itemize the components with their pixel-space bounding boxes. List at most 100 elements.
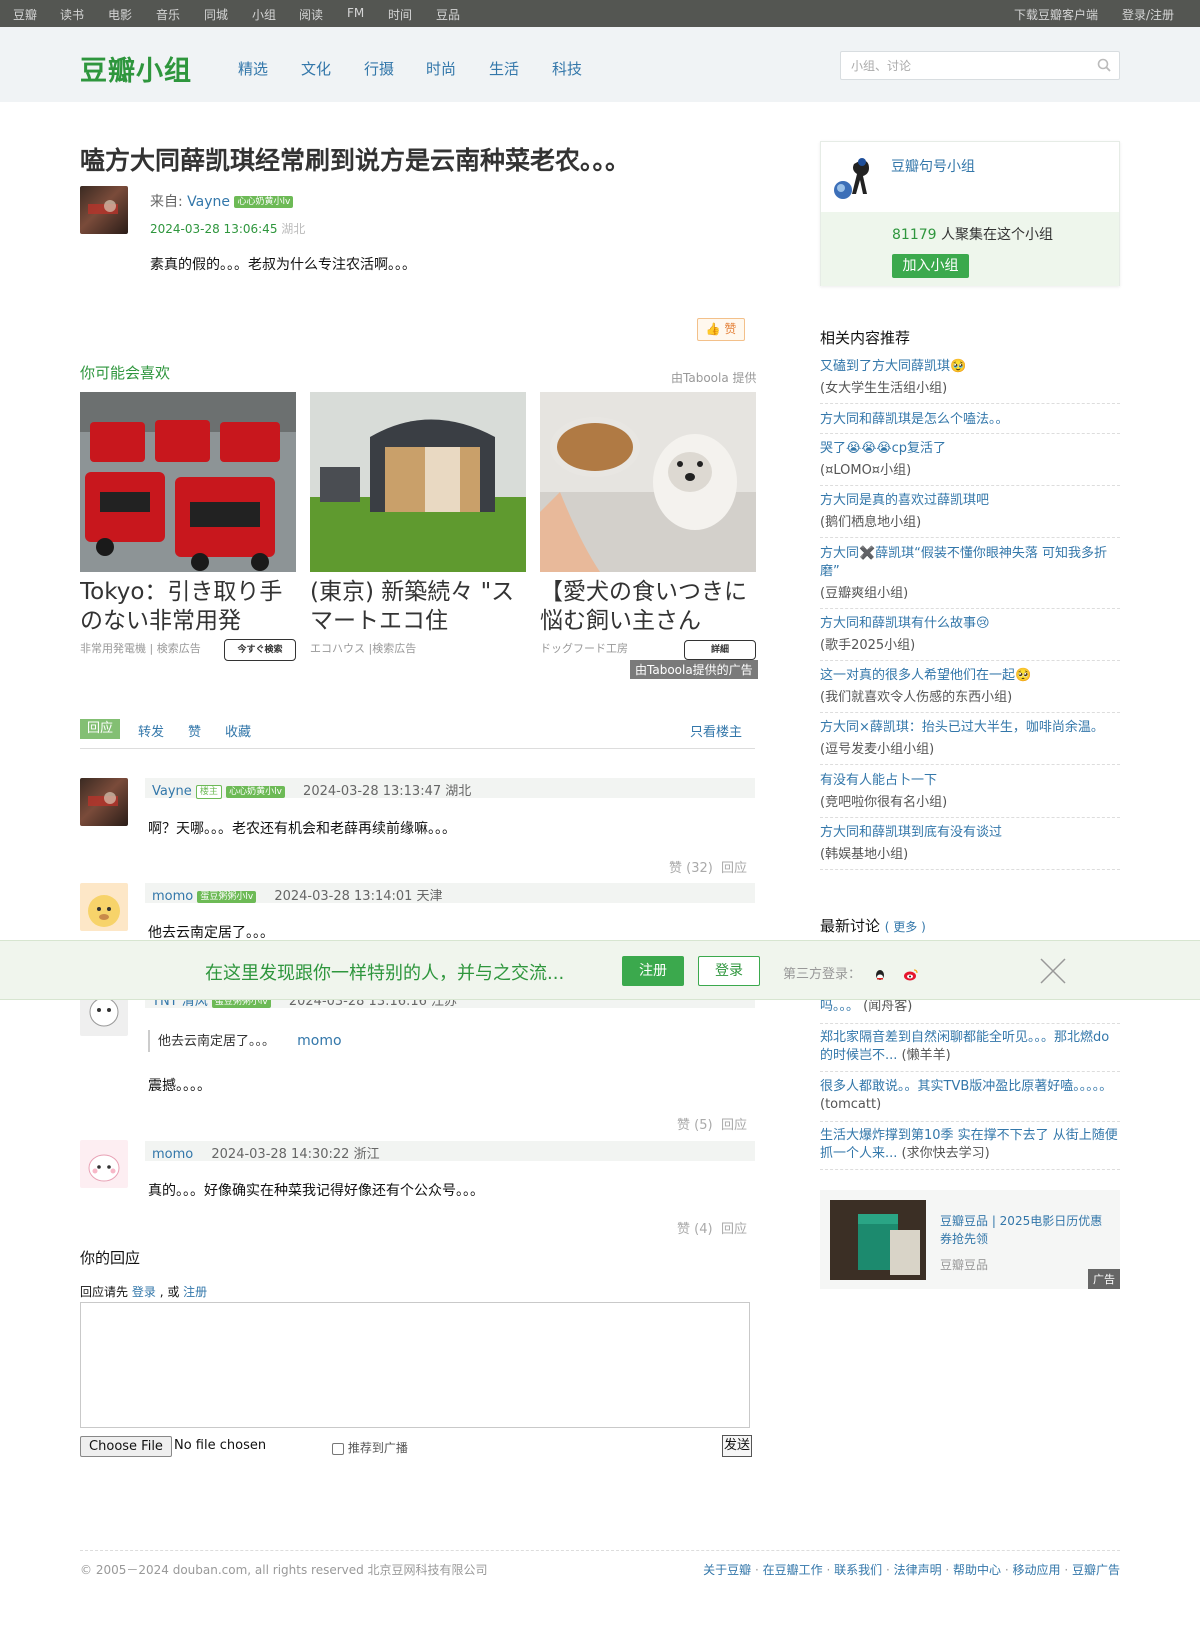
related-item[interactable]: 方大同和薛凯琪是怎么个嗑法。。 [820, 411, 1120, 434]
search-input[interactable] [841, 52, 1081, 79]
related-item[interactable]: 方大同和薛凯琪有什么故事😢 (歌手2025小组) [820, 615, 1120, 661]
reply-reply-link[interactable]: 回应 [721, 1218, 747, 1237]
topnav-movie[interactable]: 电影 [108, 6, 132, 23]
topnav-city[interactable]: 同城 [204, 6, 228, 23]
ad-detail-button[interactable]: 詳細 [684, 640, 756, 660]
ad-title[interactable]: 【愛犬の食いつきに悩む飼い主さん [540, 578, 756, 636]
topnav-fm[interactable]: FM [347, 6, 364, 20]
bar-login-button[interactable]: 登录 [698, 956, 760, 986]
related-item[interactable]: 哭了😭😭😭cp复活了 (¤LOMO¤小组) [820, 440, 1120, 486]
tab-repost[interactable]: 转发 [138, 721, 164, 740]
recommend-checkbox[interactable] [332, 1442, 344, 1455]
discussion-title[interactable]: 很多人都敢说。。其实TVB版冲盈比原著好嗑。。。。。 [820, 1079, 1112, 1094]
latest-more-link[interactable]: ( 更多 ) [885, 920, 926, 934]
discussion-title[interactable]: 郑北家隔音差到自然闲聊都能全听见。。。那北燃do的时候岂不... [820, 1030, 1109, 1063]
discussion-item[interactable]: 很多人都敢说。。其实TVB版冲盈比原著好嗑。。。。。 (tomcatt) [820, 1078, 1120, 1122]
ad-image-generators[interactable] [80, 392, 296, 572]
ad-card-ecohouse[interactable]: (東京) 新築続々 "スマートエコ住 エコハウス |検索広告 [310, 392, 526, 656]
footer-link-ads[interactable]: 豆瓣广告 [1072, 1563, 1120, 1577]
related-item-title[interactable]: 哭了😭😭😭cp复活了 [820, 440, 1120, 458]
login-register-link[interactable]: 登录/注册 [1122, 6, 1174, 23]
related-item-title[interactable]: 方大同×薛凯琪：抬头已过大半生，咖啡尚余温。 [820, 719, 1120, 737]
related-item-title[interactable]: 方大同和薛凯琪是怎么个嗑法。。 [820, 411, 1120, 429]
ad-image-dog[interactable] [540, 392, 756, 572]
topnav-read[interactable]: 阅读 [299, 6, 323, 23]
topnav-book[interactable]: 读书 [60, 6, 84, 23]
topnav-group[interactable]: 小组 [252, 6, 276, 23]
related-item-title[interactable]: 方大同✖️薛凯琪“假装不懂你眼神失落 可知我多折磨” [820, 545, 1120, 581]
discussion-item[interactable]: 生活大爆炸撑到第10季 实在撑不下去了 从街上随便抓一个人来... (求你快去学… [820, 1127, 1120, 1170]
related-item[interactable]: 方大同是真的喜欢过薛凯琪吧 (鹅们栖息地小组) [820, 492, 1120, 538]
reply-avatar[interactable] [80, 1140, 128, 1188]
topnav-market[interactable]: 豆品 [436, 6, 460, 23]
promo-image[interactable] [830, 1200, 926, 1280]
footer-link-about[interactable]: 关于豆瓣 [703, 1563, 751, 1577]
group-name-link[interactable]: 豆瓣句号小组 [891, 156, 975, 176]
related-item-title[interactable]: 方大同是真的喜欢过薛凯琪吧 [820, 492, 1120, 510]
ad-card-generator[interactable]: Tokyo：引き取り手のない非常用発 非常用発電機 | 検索広告 今すぐ検索 [80, 392, 296, 661]
tab-reply[interactable]: 回应 [80, 719, 121, 739]
related-item-title[interactable]: 方大同和薛凯琪有什么故事😢 [820, 615, 1120, 633]
bar-register-button[interactable]: 注册 [622, 956, 684, 986]
taboola-ad-tag[interactable]: 由Taboola提供的广告 [630, 660, 758, 679]
promo-title-link[interactable]: 豆瓣豆品 | 2025电影日历优惠券抢先领 [940, 1212, 1110, 1248]
footer-link-legal[interactable]: 法律声明 [894, 1563, 942, 1577]
ad-card-dogfood[interactable]: 【愛犬の食いつきに悩む飼い主さん ドッグフード工房 詳細 由Taboola提供的… [540, 392, 758, 679]
weibo-login-icon[interactable] [903, 968, 919, 982]
reply-like-link[interactable]: 赞 (5) [677, 1114, 713, 1133]
discussion-item[interactable]: 吗。。。 (闻舟客) [820, 998, 1120, 1024]
reply-author-link[interactable]: momo [152, 1147, 193, 1162]
ad-search-now-button[interactable]: 今すぐ検索 [224, 639, 296, 661]
group-avatar[interactable] [831, 152, 881, 202]
send-button[interactable]: 发送 [722, 1435, 752, 1457]
nav-tech[interactable]: 科技 [552, 58, 582, 79]
nav-travel[interactable]: 行摄 [364, 58, 394, 79]
only-op-link[interactable]: 只看楼主 [690, 721, 742, 740]
ad-title[interactable]: (東京) 新築続々 "スマートエコ住 [310, 578, 526, 636]
footer-link-jobs[interactable]: 在豆瓣工作 [763, 1563, 823, 1577]
close-icon[interactable] [1040, 958, 1066, 984]
related-item-title[interactable]: 又磕到了方大同薛凯琪🥹 [820, 358, 1120, 376]
reply-reply-link[interactable]: 回应 [721, 857, 747, 876]
like-button[interactable]: 👍 赞 [697, 318, 745, 341]
quote-author-link[interactable]: momo [297, 1033, 341, 1049]
download-client-link[interactable]: 下载豆瓣客户端 [1014, 6, 1098, 23]
reply-reply-link[interactable]: 回应 [721, 1114, 747, 1133]
related-item-title[interactable]: 方大同和薛凯琪到底有没有谈过 [820, 824, 1120, 842]
ad-image-ecohouse[interactable] [310, 392, 526, 572]
footer-link-help[interactable]: 帮助中心 [953, 1563, 1001, 1577]
discussion-title[interactable]: 吗。。。 [820, 999, 859, 1014]
reply-register-link[interactable]: 注册 [183, 1285, 207, 1299]
promo-card[interactable]: 豆瓣豆品 | 2025电影日历优惠券抢先领 豆瓣豆品 广告 [820, 1190, 1120, 1289]
topnav-time[interactable]: 时间 [388, 6, 412, 23]
related-item[interactable]: 有没有人能占卜一下 (竞吧啦你很有名小组) [820, 772, 1120, 818]
author-name-link[interactable]: Vayne [187, 194, 230, 210]
nav-culture[interactable]: 文化 [301, 58, 331, 79]
reply-like-link[interactable]: 赞 (32) [669, 857, 713, 876]
taboola-provider[interactable]: 由Taboola 提供 [671, 369, 757, 386]
ad-title[interactable]: Tokyo：引き取り手のない非常用発 [80, 578, 296, 636]
reply-like-link[interactable]: 赞 (4) [677, 1218, 713, 1237]
join-group-button[interactable]: 加入小组 [892, 254, 969, 278]
nav-featured[interactable]: 精选 [238, 58, 268, 79]
reply-author-link[interactable]: Vayne [152, 784, 192, 799]
search-icon[interactable] [1097, 58, 1111, 72]
author-avatar[interactable] [80, 186, 128, 234]
nav-life[interactable]: 生活 [489, 58, 519, 79]
nav-fashion[interactable]: 时尚 [426, 58, 456, 79]
footer-link-contact[interactable]: 联系我们 [834, 1563, 882, 1577]
reply-avatar[interactable] [80, 778, 128, 826]
footer-link-mobile[interactable]: 移动应用 [1013, 1563, 1061, 1577]
related-item[interactable]: 方大同和薛凯琪到底有没有谈过 (韩娱基地小组) [820, 824, 1120, 870]
tab-like[interactable]: 赞 [188, 721, 201, 740]
choose-file-button[interactable]: Choose File [80, 1436, 172, 1457]
reply-login-link[interactable]: 登录 [132, 1285, 156, 1299]
related-item[interactable]: 方大同✖️薛凯琪“假装不懂你眼神失落 可知我多折磨” (豆瓣爽组小组) [820, 545, 1120, 609]
related-item-title[interactable]: 有没有人能占卜一下 [820, 772, 1120, 790]
related-item-title[interactable]: 这一对真的很多人希望他们在一起🥺 [820, 667, 1120, 685]
reply-avatar[interactable] [80, 883, 128, 931]
related-item[interactable]: 又磕到了方大同薛凯琪🥹 (女大学生生活组小组) [820, 358, 1120, 404]
related-item[interactable]: 方大同×薛凯琪：抬头已过大半生，咖啡尚余温。 (逗号发麦小组小组) [820, 719, 1120, 765]
douban-group-logo[interactable]: 豆瓣小组 [80, 49, 192, 88]
qq-login-icon[interactable] [873, 968, 887, 982]
